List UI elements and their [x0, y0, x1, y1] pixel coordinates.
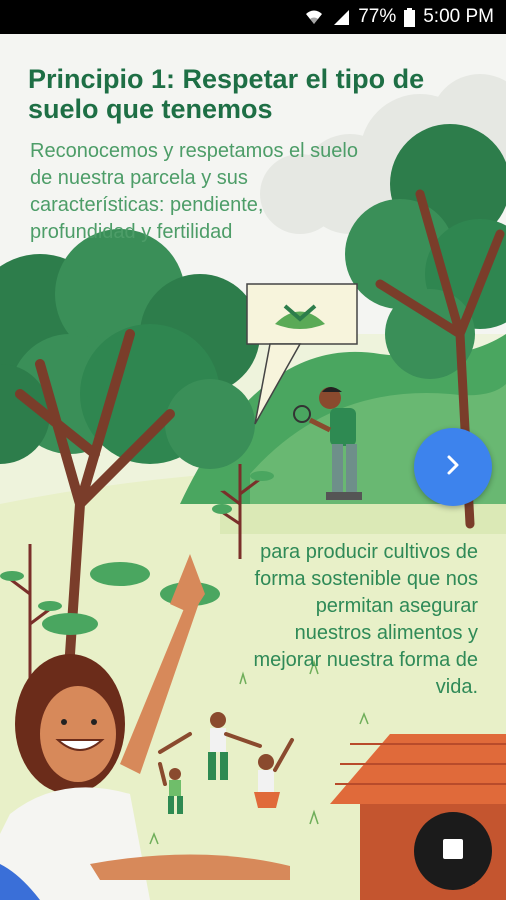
- wifi-icon: [304, 8, 324, 26]
- battery-icon: [404, 7, 416, 27]
- stop-button[interactable]: [414, 812, 492, 890]
- chevron-right-icon: [442, 454, 464, 481]
- slide-title: Principio 1: Respetar el tipo de suelo q…: [28, 64, 425, 124]
- next-slide-button[interactable]: [414, 428, 492, 506]
- clock: 5:00 PM: [423, 6, 494, 27]
- stop-icon: [442, 838, 464, 865]
- slide-intro-text: Reconocemos y respetamos el suelo de nue…: [30, 140, 358, 243]
- battery-percentage: 77%: [358, 6, 397, 27]
- slide-caption-text: para producir cultivos de forma sostenib…: [253, 541, 478, 698]
- story-slide: Principio 1: Respetar el tipo de suelo q…: [0, 34, 506, 900]
- status-bar: 77% 5:00 PM: [0, 0, 506, 34]
- signal-icon: [332, 8, 350, 26]
